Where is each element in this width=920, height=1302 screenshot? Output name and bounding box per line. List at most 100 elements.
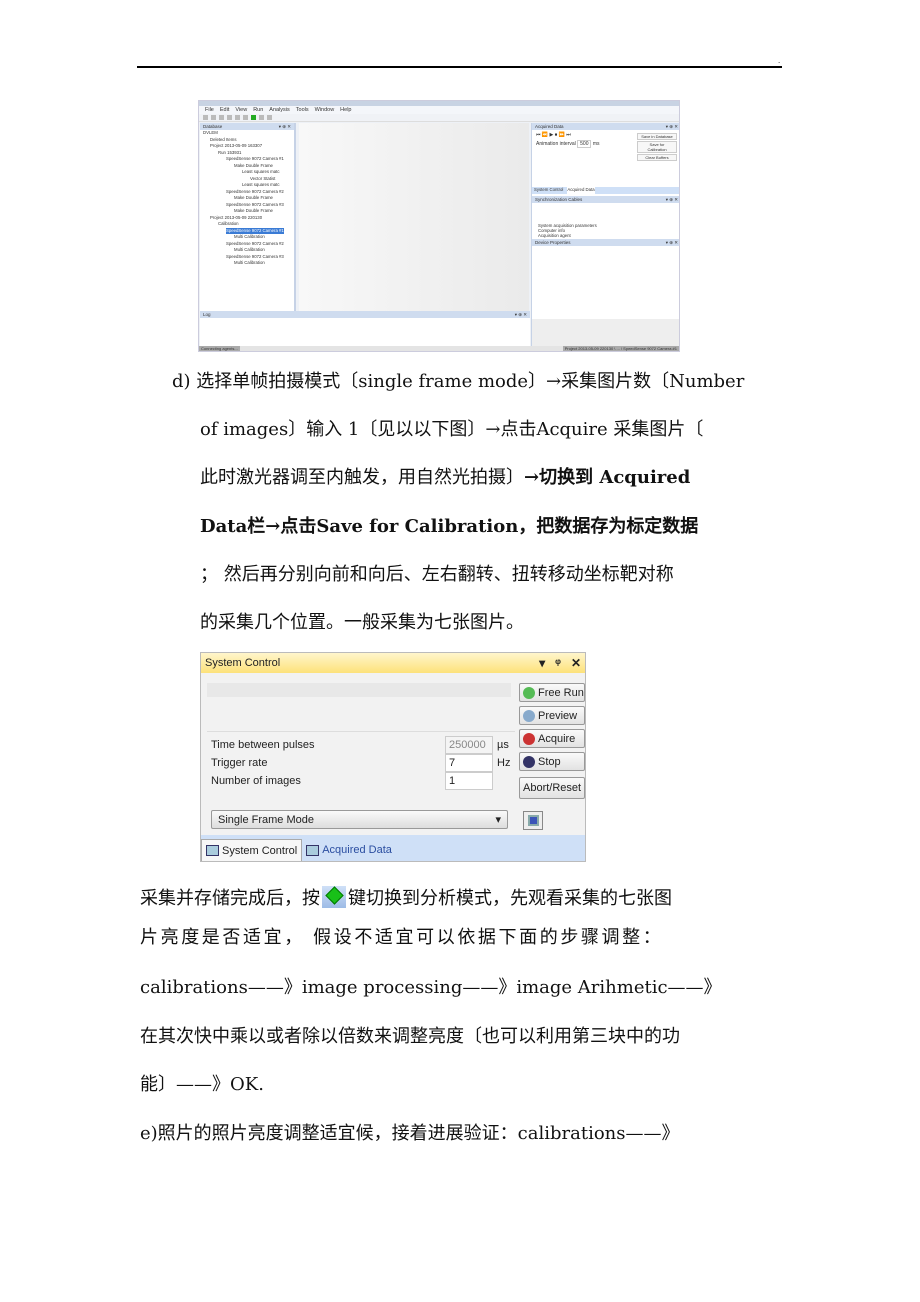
magnifier-icon [523,709,535,722]
para-d-line: of images〕输入 1〔见以以下图〕→点击Acquire 采集图片〔 [200,419,704,440]
status-right: Project 2013-05-09 220130 \ ... \ SpeedS… [562,346,679,351]
header-rule [137,66,782,68]
stop-icon [523,755,535,768]
database-pane-title: Database [203,124,223,129]
tab-label: Acquired Data [322,844,392,856]
pane-controls[interactable]: ▾ ⊕ ✕ [279,124,291,130]
acquired-pane-title: Acquired Data [535,124,564,129]
text: 此时激光器调至内触发，用自然光拍摄〕 [200,467,524,488]
time-between-pulses-input[interactable]: 250000 [445,736,493,754]
button-label: Preview [538,709,578,722]
field-label: Time between pulses [211,739,315,751]
button-label: Stop [538,755,561,768]
menu-window[interactable]: Window [315,107,335,113]
tool-icon[interactable] [203,115,208,120]
playback-controls[interactable]: ⏮ ⏪ ▶ ⏹ ⏩ ⏭ [536,132,600,138]
tool-icon[interactable] [227,115,232,120]
clear-buffers-button[interactable]: Clear Buffers [637,154,677,161]
sync-pane-title: Synchronization Cables [535,197,583,202]
analysis-mode-icon[interactable] [251,115,256,120]
abort-reset-button[interactable]: Abort/Reset [519,777,585,799]
menu-analysis[interactable]: Analysis [269,107,289,113]
para-d-line: Data栏→点击Save for Calibration，把数据存为标定数据 [200,516,699,537]
workspace [299,123,529,311]
acquire-button[interactable]: Acquire [519,729,585,748]
animation-label: Animation interval [536,141,576,147]
field-label: Number of images [211,775,301,787]
tab-system-control[interactable]: System Control [201,839,303,861]
para-d-line: d) 选择单帧拍摄模式〔single frame mode〕→采集图片数〔Num… [172,371,745,392]
field-label: Trigger rate [211,757,268,769]
number-of-images-input[interactable]: 1 [445,772,493,790]
floppy-icon [527,815,539,826]
status-bar: Connecting agents... Project 2013-05-09 … [199,346,679,351]
para-line: 能〕——》OK. [140,1074,264,1095]
save-button[interactable] [523,811,543,830]
button-label: Acquire [538,732,576,745]
animation-unit: ms [592,141,600,147]
menu-view[interactable]: View [235,107,247,113]
tab-icon [206,845,219,856]
database-tree: DVLEM Deleted Items Project 2013-05-09 1… [200,130,294,267]
menu-bar: File Edit View Run Analysis Tools Window… [199,106,679,114]
button-label: Free Run [538,686,584,699]
log-pane-title: Log [203,312,211,317]
pane-controls[interactable]: ▾ ⊕ ✕ [666,240,678,246]
free-run-icon [523,686,535,699]
tab-acquired-data[interactable]: Acquired Data [302,839,396,861]
free-run-button[interactable]: Free Run [519,683,585,702]
tree-item[interactable]: Multi Calibration [200,260,294,267]
animation-input[interactable]: 500 [577,140,592,148]
system-control-panel: System Control ▾ ᵠ ✕ Time between pulses 25… [200,652,586,862]
pin-icon[interactable]: ᵠ [555,656,561,670]
menu-file[interactable]: File [205,107,214,113]
trigger-rate-input[interactable]: 7 [445,754,493,772]
menu-run[interactable]: Run [253,107,263,113]
header-dot: . [778,56,781,65]
progress-bar [207,683,511,697]
para-line: e)照片的照片亮度调整适宜候，接着进展验证：calibrations——》 [140,1123,680,1144]
save-in-database-button[interactable]: Save in Database [637,133,677,140]
tool-icon[interactable] [259,115,264,120]
log-pane: Log ▾ ⊕ ✕ [200,311,530,347]
dropdown-icon[interactable]: ▾ [539,656,545,670]
panel-tabs: System Control Acquired Data [201,835,585,861]
tab-acquired-data[interactable]: Acquired Data [567,187,595,194]
para-d-line: ； 然后再分别向前和向后、左右翻转、扭转移动坐标靶对称 [200,564,674,585]
pane-controls[interactable]: ▾ ⊕ ✕ [666,124,678,130]
menu-tools[interactable]: Tools [296,107,309,113]
bold-text: →切换到 Acquired [524,467,691,488]
acquisition-form: Time between pulses 250000 µs Trigger rate… [207,731,515,791]
tool-icon[interactable] [219,115,224,120]
para-d-line: 的采集几个位置。一般采集为七张图片。 [200,612,524,633]
pane-controls[interactable]: ▾ ⊕ ✕ [666,197,678,203]
close-icon[interactable]: ✕ [571,656,581,670]
tool-icon[interactable] [243,115,248,120]
device-pane-title: Device Properties [535,240,571,245]
tool-icon[interactable] [235,115,240,120]
tool-icon[interactable] [211,115,216,120]
record-icon [523,732,535,745]
tab-system-control[interactable]: System Control [534,187,563,194]
para-d-line: 此时激光器调至内触发，用自然光拍摄〕→切换到 Acquired [200,466,690,490]
stop-button[interactable]: Stop [519,752,585,771]
save-for-calibration-button[interactable]: Save for Calibration [637,141,677,153]
mode-select[interactable]: Single Frame Mode ▾ [211,810,508,829]
tab-label: System Control [222,844,298,857]
para-line: 在其次快中乘以或者除以倍数来调整亮度〔也可以利用第三块中的功 [140,1026,680,1047]
unit-label: Hz [497,757,511,769]
menu-edit[interactable]: Edit [220,107,229,113]
pane-controls[interactable]: ▾ ⊕ ✕ [515,312,527,318]
list-item[interactable]: Acquisition agent [538,233,597,238]
panel-title: System Control [205,657,281,669]
status-left: Connecting agents... [199,346,240,351]
mode-value: Single Frame Mode [218,813,314,826]
tool-icon[interactable] [267,115,272,120]
preview-button[interactable]: Preview [519,706,585,725]
unit-label: µs [497,739,509,751]
database-pane: Database ▾ ⊕ ✕ DVLEM Deleted Items Projec… [200,123,296,311]
menu-help[interactable]: Help [340,107,351,113]
right-panes: Acquired Data ▾ ⊕ ✕ ⏮ ⏪ ▶ ⏹ ⏩ ⏭ Animation… [531,123,679,351]
para-line: 采集并存储完成后，按 键切换到分析模式，先观看采集的七张图 [140,886,672,911]
analysis-mode-icon [322,886,346,908]
